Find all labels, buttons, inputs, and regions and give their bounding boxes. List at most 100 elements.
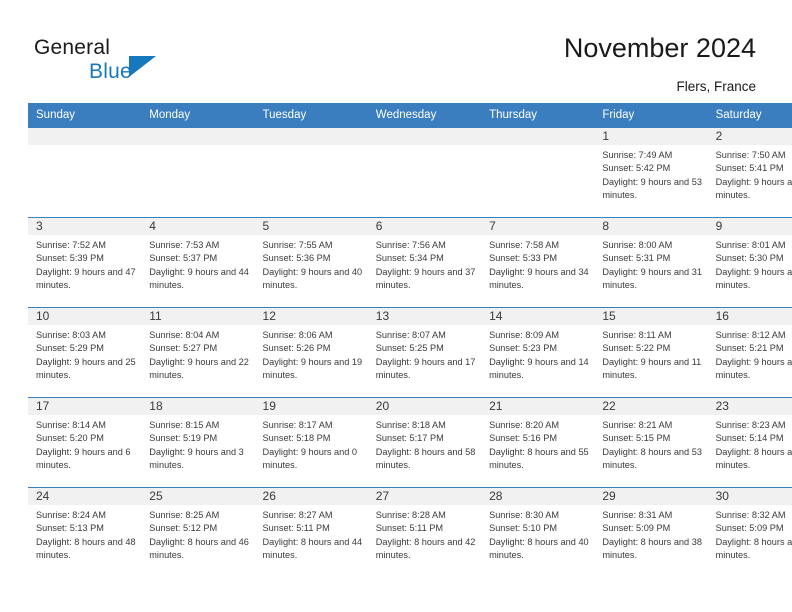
- sun-info: Sunrise: 7:56 AM Sunset: 5:34 PM Daylight:…: [368, 235, 481, 293]
- calendar-day-cell[interactable]: 20 Sunrise: 8:18 AM Sunset: 5:17 PM Dayligh…: [367, 397, 482, 487]
- calendar-day-cell[interactable]: 2 Sunrise: 7:50 AM Sunset: 5:41 PM Daylight…: [707, 127, 792, 217]
- calendar-day-cell[interactable]: 16 Sunrise: 8:12 AM Sunset: 5:21 PM Dayligh…: [707, 307, 792, 397]
- daylight-text: Daylight: 9 hours and 11 minutes.: [602, 356, 702, 381]
- calendar-day-cell[interactable]: 13 Sunrise: 8:07 AM Sunset: 5:25 PM Dayligh…: [367, 307, 482, 397]
- calendar-day-number: 14: [481, 308, 595, 325]
- calendar-day-cell[interactable]: 26 Sunrise: 8:27 AM Sunset: 5:11 PM Dayligh…: [254, 487, 368, 577]
- calendar-day-number: 28: [481, 488, 595, 505]
- brand-name-blue: Blue: [89, 60, 132, 83]
- calendar-day-cell[interactable]: 1 Sunrise: 7:49 AM Sunset: 5:42 PM Daylight…: [594, 127, 708, 217]
- calendar-day-cell[interactable]: 10 Sunrise: 8:03 AM Sunset: 5:29 PM Dayligh…: [28, 307, 142, 397]
- calendar-day-cell[interactable]: 6 Sunrise: 7:56 AM Sunset: 5:34 PM Daylight…: [367, 217, 482, 307]
- sun-info: Sunrise: 8:20 AM Sunset: 5:16 PM Daylight:…: [481, 415, 594, 473]
- sun-info: Sunrise: 8:15 AM Sunset: 5:19 PM Daylight:…: [141, 415, 254, 473]
- sunrise-text: Sunrise: 7:55 AM: [262, 240, 333, 250]
- calendar-day: 3 Sunrise: 7:52 AM Sunset: 5:39 PM Daylight…: [28, 217, 142, 307]
- calendar-day-cell[interactable]: 9 Sunrise: 8:01 AM Sunset: 5:30 PM Daylight…: [707, 217, 792, 307]
- calendar-day-cell[interactable]: 15 Sunrise: 8:11 AM Sunset: 5:22 PM Dayligh…: [594, 307, 708, 397]
- calendar-day-cell[interactable]: 3 Sunrise: 7:52 AM Sunset: 5:39 PM Daylight…: [28, 217, 142, 307]
- calendar-day-cell[interactable]: 12 Sunrise: 8:06 AM Sunset: 5:26 PM Dayligh…: [254, 307, 368, 397]
- calendar-day-number: 6: [367, 218, 482, 235]
- daylight-text: Daylight: 9 hours and 28 minutes.: [715, 266, 792, 291]
- sun-info: Sunrise: 8:07 AM Sunset: 5:25 PM Daylight:…: [368, 325, 481, 383]
- sun-info: Sunrise: 8:24 AM Sunset: 5:13 PM Daylight:…: [28, 505, 141, 563]
- weekday-header-tuesday: Tuesday: [254, 103, 368, 127]
- calendar-day-number: 1: [594, 128, 708, 145]
- daylight-text: Daylight: 9 hours and 53 minutes.: [602, 176, 702, 201]
- daylight-text: Daylight: 8 hours and 53 minutes.: [602, 446, 702, 471]
- calendar-day-cell[interactable]: 19 Sunrise: 8:17 AM Sunset: 5:18 PM Dayligh…: [254, 397, 368, 487]
- calendar-day-cell[interactable]: 27 Sunrise: 8:28 AM Sunset: 5:11 PM Dayligh…: [367, 487, 482, 577]
- calendar-day-number: 7: [481, 218, 595, 235]
- sunrise-text: Sunrise: 7:56 AM: [375, 240, 446, 250]
- daylight-text: Daylight: 9 hours and 8 minutes.: [715, 356, 792, 381]
- calendar-day-number: 13: [367, 308, 482, 325]
- calendar-day-cell[interactable]: 24 Sunrise: 8:24 AM Sunset: 5:13 PM Dayligh…: [28, 487, 142, 577]
- calendar-day-empty: [141, 127, 255, 217]
- calendar-day-number: [481, 128, 595, 145]
- sunset-text: Sunset: 5:13 PM: [36, 523, 104, 534]
- sunset-text: Sunset: 5:41 PM: [715, 163, 784, 174]
- calendar-day: 30 Sunrise: 8:32 AM Sunset: 5:09 PM Dayligh…: [707, 487, 792, 577]
- calendar-day-empty: [254, 127, 368, 217]
- calendar-day: 28 Sunrise: 8:30 AM Sunset: 5:10 PM Dayligh…: [481, 487, 595, 577]
- sun-info: Sunrise: 7:50 AM Sunset: 5:41 PM Daylight:…: [708, 145, 792, 203]
- brand-logo[interactable]: General Blue: [34, 36, 234, 88]
- calendar-day-cell[interactable]: 28 Sunrise: 8:30 AM Sunset: 5:10 PM Dayligh…: [481, 487, 595, 577]
- calendar-day-number: [141, 128, 255, 145]
- calendar-day: 8 Sunrise: 8:00 AM Sunset: 5:31 PM Daylight…: [594, 217, 708, 307]
- daylight-text: Daylight: 8 hours and 48 minutes.: [36, 536, 136, 561]
- calendar-day: 5 Sunrise: 7:55 AM Sunset: 5:36 PM Daylight…: [254, 217, 368, 307]
- calendar-day-cell[interactable]: 18 Sunrise: 8:15 AM Sunset: 5:19 PM Dayligh…: [141, 397, 255, 487]
- sunset-text: Sunset: 5:19 PM: [149, 433, 218, 444]
- calendar-day-cell[interactable]: 8 Sunrise: 8:00 AM Sunset: 5:31 PM Daylight…: [594, 217, 708, 307]
- sunset-text: Sunset: 5:09 PM: [602, 523, 671, 534]
- sunset-text: Sunset: 5:22 PM: [602, 343, 671, 354]
- calendar-day-number: 25: [141, 488, 255, 505]
- sun-info: Sunrise: 8:04 AM Sunset: 5:27 PM Daylight:…: [141, 325, 254, 383]
- sunset-text: Sunset: 5:15 PM: [602, 433, 671, 444]
- calendar-day: 15 Sunrise: 8:11 AM Sunset: 5:22 PM Dayligh…: [594, 307, 708, 397]
- sunset-text: Sunset: 5:09 PM: [715, 523, 784, 534]
- daylight-text: Daylight: 9 hours and 6 minutes.: [36, 446, 131, 471]
- sunrise-text: Sunrise: 8:18 AM: [375, 420, 446, 430]
- sunset-text: Sunset: 5:11 PM: [375, 523, 444, 534]
- weekday-header-friday: Friday: [594, 103, 708, 127]
- daylight-text: Daylight: 9 hours and 50 minutes.: [715, 176, 792, 201]
- calendar-day-cell[interactable]: 14 Sunrise: 8:09 AM Sunset: 5:23 PM Dayligh…: [481, 307, 595, 397]
- sunset-text: Sunset: 5:11 PM: [262, 523, 330, 534]
- calendar-day-number: 20: [367, 398, 482, 415]
- calendar-day-cell[interactable]: 23 Sunrise: 8:23 AM Sunset: 5:14 PM Dayligh…: [707, 397, 792, 487]
- sun-info: Sunrise: 8:14 AM Sunset: 5:20 PM Daylight:…: [28, 415, 141, 473]
- sunrise-text: Sunrise: 8:14 AM: [36, 420, 106, 430]
- calendar-week-row: 10 Sunrise: 8:03 AM Sunset: 5:29 PM Dayligh…: [28, 307, 792, 397]
- calendar-day-cell[interactable]: 29 Sunrise: 8:31 AM Sunset: 5:09 PM Dayligh…: [594, 487, 708, 577]
- calendar-day-cell[interactable]: 17 Sunrise: 8:14 AM Sunset: 5:20 PM Dayligh…: [28, 397, 142, 487]
- daylight-text: Daylight: 9 hours and 19 minutes.: [262, 356, 363, 381]
- sunrise-text: Sunrise: 8:06 AM: [262, 330, 333, 340]
- sunrise-text: Sunrise: 7:49 AM: [602, 150, 673, 160]
- calendar-day: 25 Sunrise: 8:25 AM Sunset: 5:12 PM Dayligh…: [141, 487, 255, 577]
- calendar-day: 19 Sunrise: 8:17 AM Sunset: 5:18 PM Dayligh…: [254, 397, 368, 487]
- calendar-day-cell[interactable]: 30 Sunrise: 8:32 AM Sunset: 5:09 PM Dayligh…: [707, 487, 792, 577]
- calendar-day: 24 Sunrise: 8:24 AM Sunset: 5:13 PM Dayligh…: [28, 487, 142, 577]
- sunrise-text: Sunrise: 8:11 AM: [602, 330, 672, 340]
- calendar-day-number: 4: [141, 218, 255, 235]
- calendar-day-cell[interactable]: 5 Sunrise: 7:55 AM Sunset: 5:36 PM Daylight…: [254, 217, 368, 307]
- calendar-day-cell[interactable]: 25 Sunrise: 8:25 AM Sunset: 5:12 PM Dayligh…: [141, 487, 255, 577]
- sun-info: Sunrise: 8:32 AM Sunset: 5:09 PM Daylight:…: [708, 505, 792, 563]
- calendar-day-cell[interactable]: 11 Sunrise: 8:04 AM Sunset: 5:27 PM Dayligh…: [141, 307, 255, 397]
- calendar-day-cell: [254, 127, 368, 217]
- calendar-day-cell[interactable]: 4 Sunrise: 7:53 AM Sunset: 5:37 PM Daylight…: [141, 217, 255, 307]
- sun-info: Sunrise: 8:01 AM Sunset: 5:30 PM Daylight:…: [708, 235, 792, 293]
- sunrise-text: Sunrise: 8:03 AM: [36, 330, 106, 340]
- calendar-day-cell[interactable]: 7 Sunrise: 7:58 AM Sunset: 5:33 PM Daylight…: [481, 217, 595, 307]
- sunset-text: Sunset: 5:31 PM: [602, 253, 671, 264]
- sunset-text: Sunset: 5:21 PM: [715, 343, 784, 354]
- sunrise-text: Sunrise: 8:28 AM: [375, 510, 446, 520]
- calendar-day-cell[interactable]: 21 Sunrise: 8:20 AM Sunset: 5:16 PM Dayligh…: [481, 397, 595, 487]
- daylight-text: Daylight: 8 hours and 38 minutes.: [602, 536, 702, 561]
- sun-info: Sunrise: 7:58 AM Sunset: 5:33 PM Daylight:…: [481, 235, 594, 293]
- calendar-day-cell[interactable]: 22 Sunrise: 8:21 AM Sunset: 5:15 PM Dayligh…: [594, 397, 708, 487]
- calendar-day-number: 2: [707, 128, 792, 145]
